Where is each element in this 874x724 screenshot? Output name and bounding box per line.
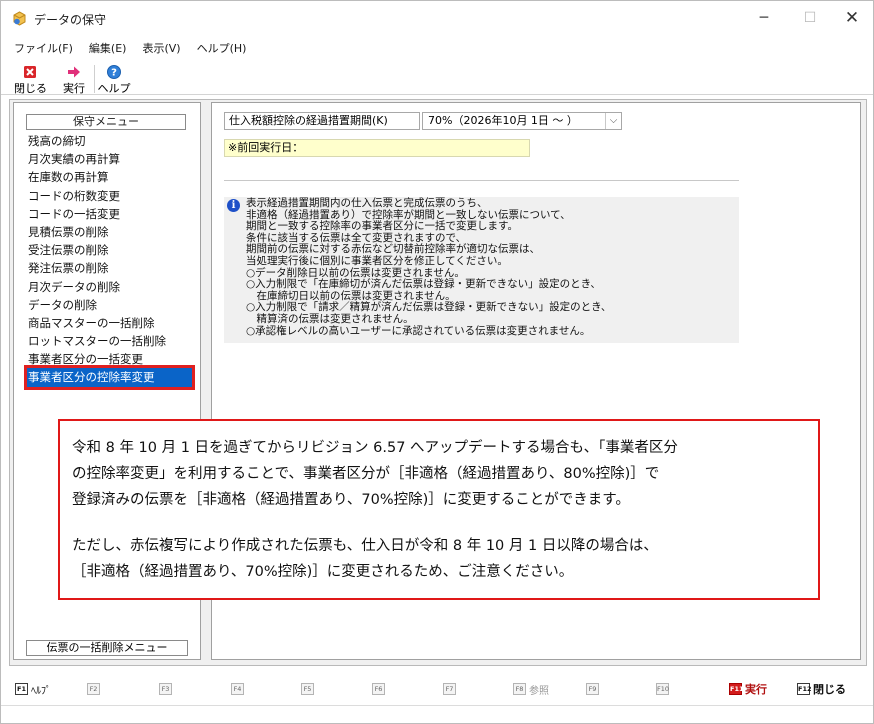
fkey-f10-button[interactable]: F10 — [656, 682, 672, 696]
info-line: 精算済の伝票は変更されません。 — [246, 312, 414, 325]
toolbar-help-label: ヘルプ — [97, 82, 131, 95]
minimize-button[interactable]: ─ — [741, 1, 787, 35]
fkey-f12-button[interactable]: F12 閉じる — [797, 682, 846, 696]
toolbar-exec-button[interactable]: 実行 — [59, 64, 89, 95]
sidebar-item[interactable]: ロットマスターの一括削除 — [27, 332, 192, 350]
fkey-f3-button[interactable]: F3 — [159, 682, 175, 696]
maintenance-menu-list: 残高の締切 月次実績の再計算 在庫数の再計算 コードの桁数変更 コードの一括変更 見積伝票… — [24, 132, 195, 390]
sidebar-item[interactable]: 商品マスターの一括削除 — [27, 314, 192, 332]
close-x-icon — [24, 66, 36, 78]
fkey-f9-button[interactable]: F9 — [586, 682, 602, 696]
svg-text:?: ? — [111, 68, 117, 79]
menu-help[interactable]: ヘルプ(H) — [189, 39, 255, 59]
fkey-f7-button[interactable]: F7 — [443, 682, 459, 696]
fkey-f4-button[interactable]: F4 — [231, 682, 247, 696]
toolbar-close-label: 閉じる — [14, 82, 47, 95]
sidebar-item[interactable]: 発注伝票の削除 — [27, 259, 192, 277]
chevron-down-icon[interactable]: ⌵ — [605, 113, 621, 129]
sidebar-item[interactable]: 見積伝票の削除 — [27, 223, 192, 241]
fkey-cap: F12 — [797, 683, 812, 695]
sidebar-item[interactable]: 在庫数の再計算 — [27, 168, 192, 186]
annotation-line: ［非適格（経過措置あり、70%控除)］に変更されるため、ご注意ください。 — [72, 564, 574, 580]
fkey-label: ﾍﾙﾌﾟ — [31, 685, 51, 697]
toolbar-help-button[interactable]: ? ヘルプ — [97, 64, 131, 95]
divider — [224, 180, 739, 181]
fkey-f8-button[interactable]: F8 参照 — [513, 682, 549, 697]
panel-header: 保守メニュー — [26, 114, 186, 130]
fkey-cap: F2 — [87, 683, 100, 695]
info-icon: i — [227, 199, 240, 212]
fkey-label: 参照 — [529, 685, 549, 697]
toolbar: 閉じる 実行 ? ヘルプ — [1, 61, 873, 95]
toolbar-exec-label: 実行 — [63, 82, 85, 95]
annotation-line: ただし、赤伝複写により作成された伝票も、仕入日が令和 8 年 10 月 1 日以… — [72, 538, 658, 554]
period-select-value: 70%（2026年10月 1日 ～ ） — [428, 114, 578, 127]
fkey-cap: F7 — [443, 683, 456, 695]
info-line: 表示経過措置期間内の仕入伝票と完成伝票のうち、 — [246, 197, 488, 209]
fkey-cap: F1 — [15, 683, 28, 695]
fkey-cap: F10 — [656, 683, 670, 695]
fkey-label: 実行 — [745, 683, 767, 696]
menu-bar: ファイル(F) 編集(E) 表示(V) ヘルプ(H) — [1, 39, 254, 59]
info-line: 当処理実行後に個別に事業者区分を修正してください。 — [246, 254, 508, 267]
fkey-f6-button[interactable]: F6 — [372, 682, 388, 696]
sidebar-item[interactable]: データの削除 — [27, 296, 192, 314]
annotation-line: の控除率変更」を利用することで、事業者区分が［非適格（経過措置あり、80%控除)… — [72, 466, 660, 482]
fkey-cap: F9 — [586, 683, 599, 695]
app-icon — [13, 11, 26, 26]
toolbar-close-button[interactable]: 閉じる — [14, 64, 47, 95]
menu-file[interactable]: ファイル(F) — [1, 39, 81, 59]
annotation-line: 登録済みの伝票を［非適格（経過措置あり、70%控除)］に変更することができます。 — [72, 492, 630, 508]
sidebar-item[interactable]: 受注伝票の削除 — [27, 241, 192, 259]
period-row: 仕入税額控除の経過措置期間(K) 70%（2026年10月 1日 ～ ） ⌵ — [224, 111, 622, 131]
menu-view[interactable]: 表示(V) — [134, 39, 188, 59]
toolbar-separator — [94, 65, 95, 93]
sidebar-item[interactable]: コードの一括変更 — [27, 205, 192, 223]
info-box: i 表示経過措置期間内の仕入伝票と完成伝票のうち、 非適格（経過措置あり）で控除率… — [224, 197, 739, 343]
sidebar-item[interactable]: コードの桁数変更 — [27, 187, 192, 205]
info-line: ○承認権レベルの高いユーザーに承認されている伝票は変更されません。 — [246, 324, 591, 337]
help-icon: ? — [107, 65, 121, 79]
info-line: ○入力制限で「在庫締切が済んだ伝票は登録・更新できない」設定のとき、 — [246, 278, 601, 291]
fkey-cap: F8 — [513, 683, 526, 695]
fkey-f5-button[interactable]: F5 — [301, 682, 317, 696]
sidebar-item[interactable]: 残高の締切 — [27, 132, 192, 150]
info-text: 表示経過措置期間内の仕入伝票と完成伝票のうち、 非適格（経過措置あり）で控除率が期… — [246, 197, 611, 337]
fkey-label: 閉じる — [813, 683, 846, 696]
sidebar-item[interactable]: 事業者区分の一括変更 — [27, 350, 192, 368]
fkey-cap: F5 — [301, 683, 314, 695]
arrow-right-icon — [68, 66, 80, 78]
annotation-line: 令和 8 年 10 月 1 日を過ぎてからリビジョン 6.57 へアップデートす… — [72, 440, 678, 456]
maximize-button[interactable]: ☐ — [787, 1, 833, 35]
fkey-cap: F11 — [729, 683, 744, 695]
sidebar-item[interactable]: 事業者区分の控除率変更 — [24, 365, 195, 390]
period-select[interactable]: 70%（2026年10月 1日 ～ ） ⌵ — [422, 112, 622, 130]
menu-edit[interactable]: 編集(E) — [81, 39, 135, 59]
fkey-f11-button[interactable]: F11 実行 — [729, 682, 767, 696]
annotation-callout: 令和 8 年 10 月 1 日を過ぎてからリビジョン 6.57 へアップデートす… — [58, 419, 820, 600]
fkey-cap: F4 — [231, 683, 244, 695]
period-label: 仕入税額控除の経過措置期間(K) — [224, 112, 420, 130]
title-bar: データの保守 ─ ☐ ✕ — [1, 1, 873, 35]
voucher-bulk-delete-menu-button[interactable]: 伝票の一括削除メニュー — [26, 640, 188, 656]
fkey-cap: F6 — [372, 683, 385, 695]
status-bar — [1, 705, 873, 723]
window-title: データの保守 — [34, 13, 107, 27]
sidebar-item[interactable]: 月次データの削除 — [27, 278, 192, 296]
function-key-bar: F1 ﾍﾙﾌﾟ F2 F3 F4 F5 F6 F7 F8 参照 F9 F10 F11 実行 F12 閉じる — [1, 673, 873, 705]
app-window: データの保守 ─ ☐ ✕ ファイル(F) 編集(E) 表示(V) ヘルプ(H) … — [0, 0, 874, 724]
close-window-button[interactable]: ✕ — [829, 1, 874, 35]
sidebar-item[interactable]: 月次実績の再計算 — [27, 150, 192, 168]
fkey-f1-button[interactable]: F1 ﾍﾙﾌﾟ — [15, 682, 51, 697]
fkey-f2-button[interactable]: F2 — [87, 682, 103, 696]
last-exec-date: ※前回実行日： — [224, 139, 530, 157]
fkey-cap: F3 — [159, 683, 172, 695]
